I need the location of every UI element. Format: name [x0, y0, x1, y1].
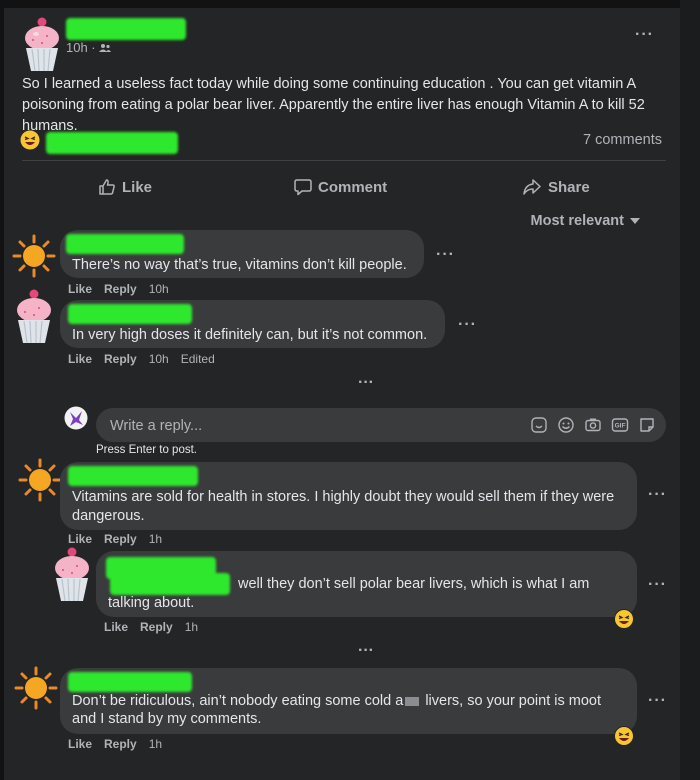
comment-bubble: There’s no way that’s true, vitamins don… — [60, 230, 424, 278]
sort-label: Most relevant — [530, 213, 624, 229]
redacted-name — [68, 672, 192, 692]
comment-more-button[interactable]: ··· — [648, 692, 667, 710]
comment-bubble: In very high doses it definitely can, bu… — [60, 300, 445, 348]
reply-input[interactable] — [108, 415, 512, 437]
comment-actions: Like Reply 1h — [104, 620, 198, 634]
share-button[interactable]: Share — [522, 178, 590, 196]
comment-bubble: Don’t be ridiculous, ain’t nobody eating… — [60, 668, 637, 734]
post-meta: 10h · — [66, 40, 111, 55]
purple-avatar-icon — [64, 406, 88, 430]
post-time[interactable]: 10h · — [66, 40, 96, 55]
friends-audience-icon — [98, 43, 111, 52]
avatar-sticker-icon[interactable] — [638, 416, 656, 434]
post-body: So I learned a useless fact today while … — [22, 76, 645, 134]
cupcake-avatar-icon[interactable] — [22, 16, 62, 72]
redacted-name — [66, 234, 184, 254]
comment-actions: Like Reply 10h — [68, 282, 169, 296]
divider — [22, 160, 666, 161]
comment-actions: Like Reply 1h — [68, 737, 162, 751]
reply-box[interactable]: GIF — [96, 408, 666, 442]
comment-like-link[interactable]: Like — [68, 352, 92, 366]
comment-more-button[interactable]: ··· — [436, 246, 455, 264]
comment-more-button[interactable]: ··· — [458, 316, 477, 334]
redacted-name — [66, 18, 186, 40]
comment-reply-link[interactable]: Reply — [104, 532, 137, 546]
comment-text: well they don’t sell polar bear livers, … — [238, 576, 590, 592]
comment-reply-link[interactable]: Reply — [104, 737, 137, 751]
more-replies-button[interactable]: ··· — [358, 374, 374, 392]
sun-avatar-icon[interactable] — [18, 458, 62, 502]
censor-block — [405, 696, 420, 706]
comment-actions: Like Reply 10h Edited — [68, 352, 215, 366]
cupcake-avatar-icon[interactable] — [52, 546, 92, 602]
like-label: Like — [122, 178, 153, 196]
caret-down-icon — [630, 218, 640, 224]
sticker-icon[interactable] — [530, 416, 548, 434]
more-replies-button[interactable]: ··· — [358, 642, 374, 660]
sun-avatar-icon[interactable] — [14, 666, 58, 710]
sun-avatar-icon[interactable] — [12, 234, 56, 278]
redacted-name — [68, 304, 192, 324]
comment-text: and I stand by my comments. — [72, 711, 262, 727]
comment-bubble-icon — [294, 179, 312, 196]
gif-icon[interactable]: GIF — [611, 416, 629, 434]
comments-count[interactable]: 7 comments — [583, 132, 662, 148]
comment-more-button[interactable]: ··· — [648, 576, 667, 594]
comment-label: Comment — [318, 178, 388, 196]
comment-like-link[interactable]: Like — [68, 737, 92, 751]
post-more-button[interactable]: ··· — [635, 26, 654, 44]
comment-text-line: Don’t be ridiculous, ain’t nobody eating… — [72, 692, 625, 711]
comment-reply-link[interactable]: Reply — [104, 352, 137, 366]
redacted-tag — [110, 573, 230, 595]
comment-reply-link[interactable]: Reply — [140, 620, 173, 634]
like-button[interactable]: Like — [98, 178, 152, 196]
comment-text: Don’t be ridiculous, ain’t nobody eating… — [72, 693, 404, 709]
comment-text: There’s no way that’s true, vitamins don… — [72, 257, 407, 273]
share-label: Share — [548, 178, 590, 196]
comment-reply-link[interactable]: Reply — [104, 282, 137, 296]
comment-time[interactable]: 10h — [149, 282, 169, 296]
comment-text: Vitamins are sold for health in stores. … — [72, 489, 615, 524]
comment-bubble: well they don’t sell polar bear livers, … — [96, 551, 637, 617]
comment-text: talking about. — [108, 595, 195, 611]
comment-button[interactable]: Comment — [294, 178, 387, 196]
comment-time[interactable]: 1h — [149, 737, 162, 751]
comment-bubble: Vitamins are sold for health in stores. … — [60, 462, 637, 530]
laughing-emoji-icon[interactable] — [20, 130, 40, 150]
comment-actions: Like Reply 1h — [68, 532, 162, 546]
comment-time[interactable]: 1h — [149, 532, 162, 546]
svg-text:GIF: GIF — [615, 423, 626, 430]
comment-edited: Edited — [180, 352, 215, 366]
redacted-name — [68, 466, 198, 486]
comment-text: livers, so your point is moot — [425, 693, 602, 709]
laughing-emoji-icon[interactable] — [614, 609, 634, 629]
post-card: 10h · ··· So I learned a useless fact to… — [4, 8, 680, 780]
comment-text: In very high doses it definitely can, bu… — [72, 327, 428, 343]
comment-time[interactable]: 10h — [149, 352, 169, 366]
cupcake-avatar-icon[interactable] — [14, 288, 54, 344]
comment-time[interactable]: 1h — [185, 620, 198, 634]
laughing-emoji-icon[interactable] — [614, 726, 634, 746]
comment-like-link[interactable]: Like — [68, 532, 92, 546]
redacted-reactors — [46, 132, 178, 154]
sort-selector[interactable]: Most relevant — [531, 213, 640, 229]
comment-like-link[interactable]: Like — [68, 282, 92, 296]
camera-icon[interactable] — [584, 416, 602, 434]
share-arrow-icon — [523, 179, 541, 195]
reply-hint: Press Enter to post. — [96, 444, 197, 456]
comment-more-button[interactable]: ··· — [648, 486, 667, 504]
reply-tools: GIF — [530, 416, 656, 434]
like-thumb-icon — [99, 179, 115, 195]
smiley-icon[interactable] — [557, 416, 575, 434]
comment-like-link[interactable]: Like — [104, 620, 128, 634]
window-edge — [680, 0, 700, 780]
